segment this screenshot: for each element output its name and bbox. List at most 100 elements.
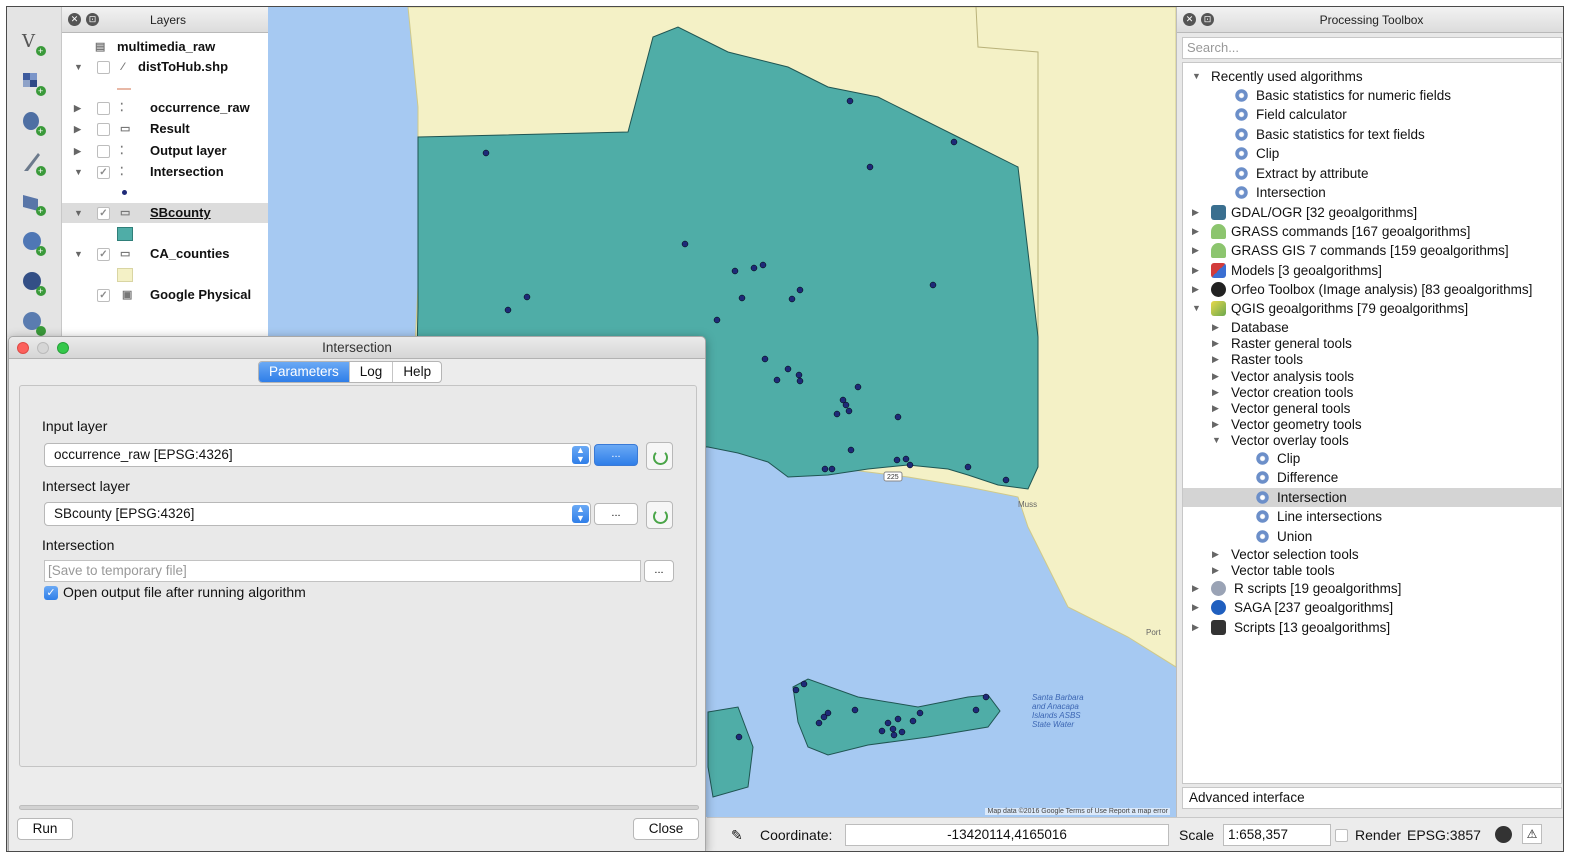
toolbox-search-input[interactable]: Search... bbox=[1182, 37, 1562, 59]
tree-item-provider[interactable]: ▶ GRASS GIS 7 commands [159 geoalgorithms… bbox=[1183, 241, 1561, 260]
close-button[interactable]: Close bbox=[633, 818, 699, 840]
combo-arrows-icon[interactable]: ▲ ▼ bbox=[572, 446, 589, 464]
tree-item-algorithm[interactable]: Clip bbox=[1183, 144, 1561, 163]
open-output-checkbox[interactable]: ✓ bbox=[44, 586, 58, 600]
intersect-layer-browse-button[interactable]: ... bbox=[594, 503, 638, 525]
qgis-window: V + + + + + + + Layers ✕ ⊡ ▤ multimedia_r… bbox=[6, 6, 1564, 852]
output-browse-button[interactable]: ... bbox=[644, 560, 674, 582]
add-wfs-layer-icon[interactable]: + bbox=[20, 269, 48, 297]
expand-arrow-icon[interactable]: ▶ bbox=[74, 119, 81, 139]
grass-icon bbox=[1211, 243, 1226, 258]
combo-arrows-icon[interactable]: ▲ ▼ bbox=[572, 505, 589, 523]
tab-log[interactable]: Log bbox=[350, 362, 394, 382]
expand-arrow-icon[interactable]: ▼ bbox=[1192, 67, 1201, 86]
layer-visibility-checkbox[interactable] bbox=[97, 123, 110, 136]
tab-help[interactable]: Help bbox=[393, 362, 441, 382]
layer-visibility-checkbox[interactable] bbox=[97, 145, 110, 158]
expand-arrow-icon[interactable]: ▶ bbox=[1192, 241, 1199, 260]
tree-item-provider[interactable]: ▶ Orfeo Toolbox (Image analysis) [83 geoa… bbox=[1183, 280, 1561, 299]
output-file-input[interactable]: [Save to temporary file] bbox=[44, 560, 641, 582]
intersection-dialog: Intersection Parameters Log Help Input l… bbox=[8, 336, 706, 851]
expand-arrow-icon[interactable]: ▶ bbox=[1192, 618, 1199, 637]
tree-item-group[interactable]: ▼ Vector overlay tools bbox=[1183, 431, 1561, 450]
zoom-window-icon[interactable] bbox=[57, 342, 69, 354]
expand-arrow-icon[interactable]: ▼ bbox=[1212, 431, 1221, 450]
expand-arrow-icon[interactable]: ▼ bbox=[1192, 299, 1201, 318]
tree-item-algorithm[interactable]: Extract by attribute bbox=[1183, 164, 1561, 183]
layer-label: Output layer bbox=[150, 143, 227, 158]
layer-visibility-checkbox[interactable] bbox=[97, 102, 110, 115]
layer-visibility-checkbox[interactable]: ✓ bbox=[97, 207, 110, 220]
tree-item-algorithm[interactable]: Intersection bbox=[1183, 183, 1561, 202]
expand-arrow-icon[interactable]: ▶ bbox=[1192, 203, 1199, 222]
layer-visibility-checkbox[interactable]: ✓ bbox=[97, 289, 110, 302]
tree-item-provider[interactable]: ▶ Models [3 geoalgorithms] bbox=[1183, 261, 1561, 280]
layer-visibility-checkbox[interactable] bbox=[97, 61, 110, 74]
intersect-layer-combo[interactable]: SBcounty [EPSG:4326] ▲ ▼ bbox=[44, 502, 591, 526]
layer-visibility-checkbox[interactable]: ✓ bbox=[97, 248, 110, 261]
scale-combo[interactable]: 1:658,357 bbox=[1223, 824, 1331, 846]
expand-arrow-icon[interactable]: ▶ bbox=[1192, 598, 1199, 617]
tree-item-provider[interactable]: ▶ Scripts [13 geoalgorithms] bbox=[1183, 618, 1561, 637]
tree-item-algorithm[interactable]: Basic statistics for numeric fields bbox=[1183, 86, 1561, 105]
layer-item-sbcounty[interactable]: ▼ ✓ ▭ SBcounty bbox=[62, 203, 273, 223]
add-postgis-layer-icon[interactable]: + bbox=[20, 109, 48, 137]
coordinate-field[interactable]: -13420114,4165016 bbox=[845, 824, 1169, 846]
minimize-window-icon[interactable] bbox=[37, 342, 49, 354]
tree-item-provider[interactable]: ▶ GDAL/OGR [32 geoalgorithms] bbox=[1183, 203, 1561, 222]
tree-item-group[interactable]: ▶ Vector table tools bbox=[1183, 561, 1561, 580]
close-window-icon[interactable] bbox=[17, 342, 29, 354]
iterate-icon[interactable] bbox=[646, 442, 673, 470]
expand-arrow-icon[interactable]: ▶ bbox=[1212, 561, 1219, 580]
tree-item-algorithm[interactable]: Union bbox=[1183, 527, 1561, 546]
add-vector-layer-icon[interactable]: V + bbox=[20, 29, 48, 57]
expand-arrow-icon[interactable]: ▶ bbox=[1192, 222, 1199, 241]
run-button[interactable]: Run bbox=[17, 818, 73, 840]
expand-arrow-icon[interactable]: ▼ bbox=[74, 162, 83, 182]
tree-item-algorithm-selected[interactable]: Intersection bbox=[1183, 488, 1561, 507]
gear-icon bbox=[1256, 471, 1269, 484]
float-icon[interactable]: ⊡ bbox=[1201, 13, 1214, 26]
float-icon[interactable]: ⊡ bbox=[86, 13, 99, 26]
expand-arrow-icon[interactable]: ▶ bbox=[1192, 579, 1199, 598]
add-raster-layer-icon[interactable]: + bbox=[20, 69, 48, 97]
tree-label: Recently used algorithms bbox=[1211, 69, 1363, 84]
expand-arrow-icon[interactable]: ▶ bbox=[1192, 280, 1199, 299]
advanced-interface-select[interactable]: Advanced interface bbox=[1182, 787, 1562, 809]
warning-icon[interactable]: ⚠ bbox=[1522, 824, 1542, 844]
tree-item-recent[interactable]: ▼ Recently used algorithms bbox=[1183, 67, 1561, 86]
tree-item-algorithm[interactable]: Line intersections bbox=[1183, 507, 1561, 526]
expand-arrow-icon[interactable]: ▶ bbox=[74, 98, 81, 118]
tree-item-algorithm[interactable]: Basic statistics for text fields bbox=[1183, 125, 1561, 144]
tree-item-algorithm[interactable]: Clip bbox=[1183, 449, 1561, 468]
render-checkbox[interactable] bbox=[1335, 829, 1348, 842]
input-layer-browse-button[interactable]: ... bbox=[594, 444, 638, 466]
tree-item-provider[interactable]: ▼ QGIS geoalgorithms [79 geoalgorithms] bbox=[1183, 299, 1561, 318]
add-wcs-layer-icon[interactable]: + bbox=[20, 229, 48, 257]
tree-item-algorithm[interactable]: Difference bbox=[1183, 468, 1561, 487]
layer-visibility-checkbox[interactable]: ✓ bbox=[97, 166, 110, 179]
expand-arrow-icon[interactable]: ▼ bbox=[74, 244, 83, 264]
messages-icon[interactable]: ✎ bbox=[731, 827, 743, 844]
tab-parameters[interactable]: Parameters bbox=[259, 362, 350, 382]
crs-globe-icon[interactable] bbox=[1495, 826, 1512, 843]
left-toolbar: V + + + + + + + bbox=[7, 7, 62, 337]
scale-label: Scale bbox=[1179, 827, 1215, 843]
add-layer-icon[interactable] bbox=[20, 309, 48, 337]
crs-label[interactable]: EPSG:3857 bbox=[1407, 827, 1481, 843]
expand-arrow-icon[interactable]: ▼ bbox=[74, 57, 83, 77]
close-icon[interactable]: ✕ bbox=[1183, 13, 1196, 26]
add-wms-layer-icon[interactable]: + bbox=[20, 189, 48, 217]
iterate-icon[interactable] bbox=[646, 501, 673, 529]
expand-arrow-icon[interactable]: ▶ bbox=[74, 141, 81, 161]
tree-item-provider[interactable]: ▶ GRASS commands [167 geoalgorithms] bbox=[1183, 222, 1561, 241]
expand-arrow-icon[interactable]: ▼ bbox=[74, 203, 83, 223]
tree-item-provider[interactable]: ▶ SAGA [237 geoalgorithms] bbox=[1183, 598, 1561, 617]
tree-item-provider[interactable]: ▶ R scripts [19 geoalgorithms] bbox=[1183, 579, 1561, 598]
expand-arrow-icon[interactable]: ▶ bbox=[1192, 261, 1199, 280]
tree-item-algorithm[interactable]: Field calculator bbox=[1183, 105, 1561, 124]
svg-text:+: + bbox=[38, 126, 43, 136]
add-delimited-text-icon[interactable]: + bbox=[20, 149, 48, 177]
input-layer-combo[interactable]: occurrence_raw [EPSG:4326] ▲ ▼ bbox=[44, 443, 591, 467]
close-icon[interactable]: ✕ bbox=[68, 13, 81, 26]
